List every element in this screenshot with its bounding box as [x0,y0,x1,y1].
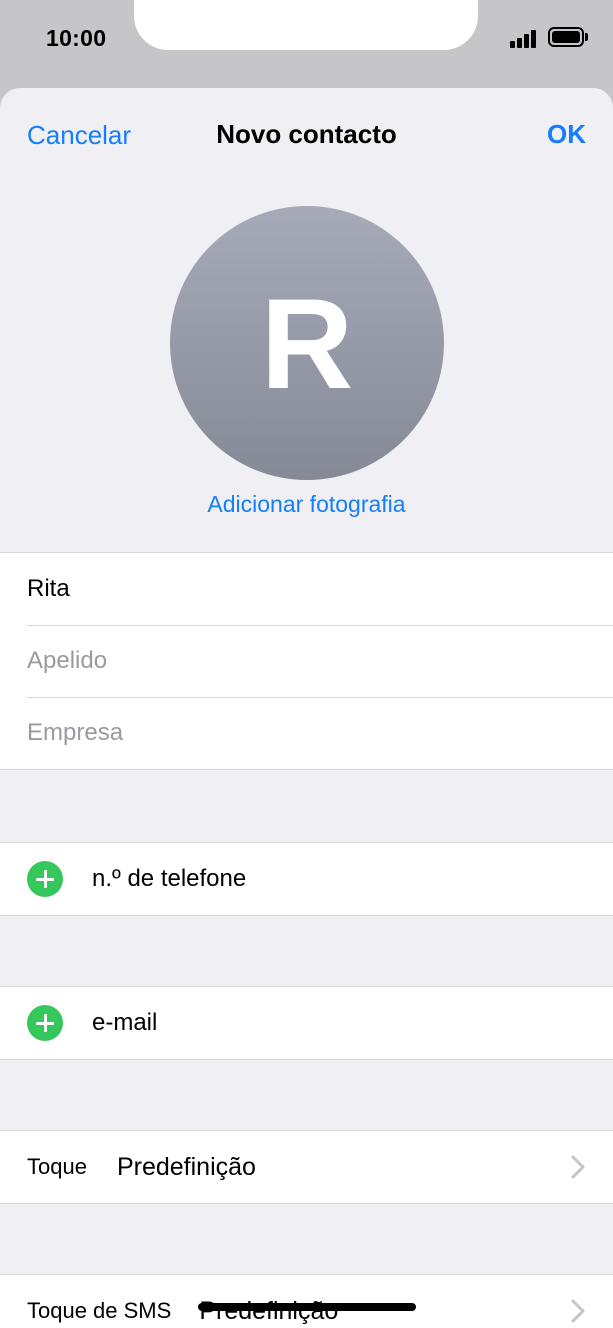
avatar-initial: R [260,273,354,416]
ringtone-value: Predefinição [116,1152,256,1181]
ok-button[interactable]: OK [547,119,586,150]
page-title: Novo contacto [216,119,397,149]
ringtone-label: Toque [27,1154,87,1179]
add-email-label: e-mail [92,1009,158,1036]
last-name-field[interactable]: Apelido [0,625,613,697]
first-name-value: Rita [27,575,70,602]
first-name-field[interactable]: Rita [0,553,613,625]
sms-tone-label: Toque de SMS [27,1298,172,1323]
new-contact-sheet: Cancelar Novo contacto OK R Adicionar fo… [0,88,613,1328]
add-email-plus-icon[interactable] [27,1005,63,1041]
ringtone-group: Toque Predefinição [0,1130,613,1204]
phone-group: n.º de telefone [0,842,613,916]
last-name-placeholder: Apelido [27,647,108,674]
battery-icon [548,27,590,47]
sms-tone-group: Toque de SMS Predefinição [0,1274,613,1328]
add-phone-row[interactable]: n.º de telefone [0,843,613,915]
chevron-right-icon [571,1299,585,1323]
name-fields-group: Rita Apelido Empresa [0,552,613,770]
ringtone-row[interactable]: Toque Predefinição [0,1131,613,1203]
add-photo-button[interactable]: Adicionar fotografia [0,491,613,518]
sms-tone-row[interactable]: Toque de SMS Predefinição [0,1275,613,1328]
navigation-bar: Cancelar Novo contacto OK [0,88,613,178]
add-email-row[interactable]: e-mail [0,987,613,1059]
status-bar: 10:00 [0,0,613,88]
home-indicator [198,1303,416,1311]
add-phone-plus-icon[interactable] [27,861,63,897]
sms-tone-value: Predefinição [199,1297,338,1326]
cellular-signal-icon [510,28,542,48]
add-phone-label: n.º de telefone [92,865,247,892]
status-time: 10:00 [46,25,107,51]
company-placeholder: Empresa [27,719,124,746]
chevron-right-icon [571,1155,585,1179]
company-field[interactable]: Empresa [0,697,613,769]
avatar[interactable]: R [170,206,444,480]
email-group: e-mail [0,986,613,1060]
notch [134,0,478,50]
